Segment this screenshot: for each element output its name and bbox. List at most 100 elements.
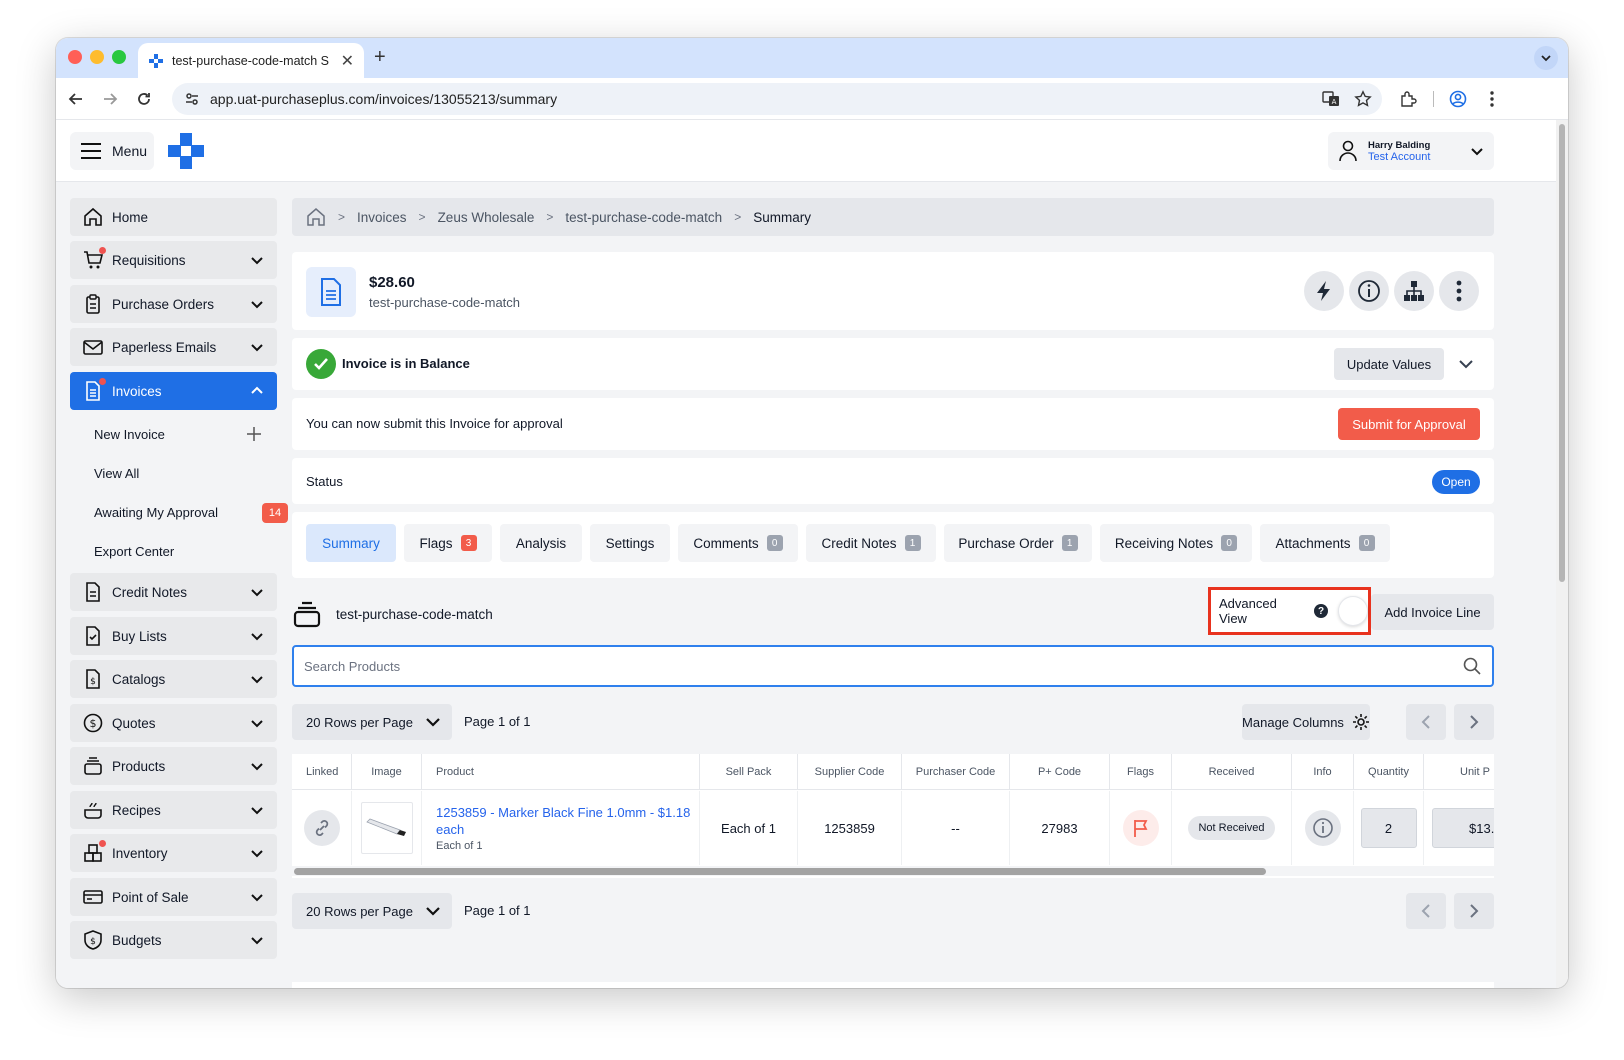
search-products-field[interactable] xyxy=(292,645,1494,687)
tab-purchase-order[interactable]: Purchase Order 1 xyxy=(944,524,1092,562)
info-icon[interactable] xyxy=(1304,810,1341,846)
url-text: app.uat-purchaseplus.com/invoices/130552… xyxy=(210,91,558,107)
supplier-code-cell: 1253859 xyxy=(798,791,902,865)
breadcrumb-supplier[interactable]: Zeus Wholesale xyxy=(438,210,535,225)
cooking-pot-icon xyxy=(82,799,104,821)
sidebar-subitem-view-all[interactable]: View All xyxy=(94,458,274,488)
advanced-view-toggle[interactable] xyxy=(1338,596,1368,626)
sidebar-item-point-of-sale[interactable]: Point of Sale xyxy=(70,878,277,916)
page-scrollbar[interactable] xyxy=(1556,120,1568,988)
close-window-button[interactable] xyxy=(68,50,82,64)
translate-icon[interactable]: A xyxy=(1322,90,1340,108)
unit-price-input[interactable]: $13. xyxy=(1432,808,1494,848)
hierarchy-icon[interactable] xyxy=(1394,271,1434,311)
back-arrow-icon[interactable] xyxy=(64,87,88,111)
sidebar-item-requisitions[interactable]: Requisitions xyxy=(70,241,277,279)
menu-label: Menu xyxy=(112,143,148,159)
lightning-icon[interactable] xyxy=(1304,271,1344,311)
new-tab-icon[interactable]: + xyxy=(374,46,386,69)
scrollbar-thumb[interactable] xyxy=(1559,124,1565,582)
sidebar-item-home[interactable]: Home xyxy=(70,198,277,236)
scrollbar-thumb[interactable] xyxy=(294,868,1266,875)
tab-credit-notes[interactable]: Credit Notes 1 xyxy=(806,524,936,562)
quantity-input[interactable]: 2 xyxy=(1360,808,1417,848)
purchaseplus-logo-icon[interactable] xyxy=(168,133,204,169)
flag-icon[interactable] xyxy=(1122,810,1159,846)
bookmark-star-icon[interactable] xyxy=(1354,90,1372,108)
submit-for-approval-button[interactable]: Submit for Approval xyxy=(1338,408,1480,440)
sidebar-item-catalogs[interactable]: $ Catalogs xyxy=(70,660,277,698)
search-icon[interactable] xyxy=(1462,656,1482,676)
next-page-button-bottom[interactable] xyxy=(1454,893,1494,929)
clipboard-icon xyxy=(82,293,104,315)
breadcrumb-invoice[interactable]: test-purchase-code-match xyxy=(565,210,722,225)
sidebar-item-invoices[interactable]: Invoices xyxy=(70,372,277,410)
sidebar-item-purchase-orders[interactable]: Purchase Orders xyxy=(70,285,277,323)
browser-tab[interactable]: test-purchase-code-match S ✕ xyxy=(138,43,364,78)
tab-settings[interactable]: Settings xyxy=(590,524,670,562)
tab-strip: test-purchase-code-match S ✕ + xyxy=(56,38,1568,78)
plus-icon[interactable] xyxy=(247,427,261,441)
chevron-down-icon xyxy=(247,930,267,950)
profile-icon[interactable] xyxy=(1446,87,1470,111)
chevron-down-icon xyxy=(247,800,267,820)
previous-page-button-bottom[interactable] xyxy=(1406,893,1446,929)
column-header: Product xyxy=(422,754,700,790)
product-cell: 1253859 - Marker Black Fine 1.0mm - $1.1… xyxy=(422,791,700,865)
previous-page-button[interactable] xyxy=(1406,704,1446,740)
user-menu[interactable]: Harry Balding Test Account xyxy=(1328,132,1494,170)
chevron-down-icon[interactable] xyxy=(1456,354,1476,374)
info-icon[interactable] xyxy=(1349,271,1389,311)
sidebar-item-recipes[interactable]: Recipes xyxy=(70,791,277,829)
tab-close-icon[interactable]: ✕ xyxy=(341,51,354,71)
product-link[interactable]: 1253859 - Marker Black Fine 1.0mm - $1.1… xyxy=(436,804,699,838)
tab-flags[interactable]: Flags 3 xyxy=(404,524,492,562)
sub-item-label: Awaiting My Approval xyxy=(94,504,219,520)
sidebar-item-inventory[interactable]: Inventory xyxy=(70,834,277,872)
chevron-right-icon xyxy=(1470,904,1479,918)
address-bar[interactable]: app.uat-purchaseplus.com/invoices/130552… xyxy=(172,83,1382,115)
reload-icon[interactable] xyxy=(132,87,156,111)
sidebar-subitem-new-invoice[interactable]: New Invoice xyxy=(94,419,274,449)
manage-columns-button[interactable]: Manage Columns xyxy=(1242,704,1370,740)
tab-search-button[interactable] xyxy=(1534,46,1558,70)
tab-comments[interactable]: Comments 0 xyxy=(678,524,798,562)
next-page-button[interactable] xyxy=(1454,704,1494,740)
tab-attachments[interactable]: Attachments 0 xyxy=(1260,524,1390,562)
home-icon xyxy=(82,206,104,228)
browser-menu-icon[interactable] xyxy=(1480,87,1504,111)
extensions-icon[interactable] xyxy=(1396,87,1420,111)
more-vertical-icon[interactable] xyxy=(1439,271,1479,311)
tab-summary[interactable]: Summary xyxy=(306,524,396,562)
site-settings-icon[interactable] xyxy=(178,85,206,113)
update-values-button[interactable]: Update Values xyxy=(1334,348,1444,380)
sidebar-item-credit-notes[interactable]: Credit Notes xyxy=(70,573,277,611)
sidebar-item-quotes[interactable]: $ Quotes xyxy=(70,704,277,742)
sidebar-item-budgets[interactable]: $ Budgets xyxy=(70,921,277,959)
sidebar-item-label: Inventory xyxy=(112,845,168,861)
notification-dot xyxy=(99,840,106,847)
sidebar-subitem-awaiting-approval[interactable]: Awaiting My Approval 14 xyxy=(94,497,288,527)
rows-per-page-select-bottom[interactable]: 20 Rows per Page xyxy=(292,893,452,929)
search-input[interactable] xyxy=(304,658,1462,674)
breadcrumb-invoices[interactable]: Invoices xyxy=(357,210,407,225)
maximize-window-button[interactable] xyxy=(112,50,126,64)
menu-button[interactable]: Menu xyxy=(70,132,154,170)
sidebar-subitem-export-center[interactable]: Export Center xyxy=(94,536,274,566)
rows-per-page-select[interactable]: 20 Rows per Page xyxy=(292,704,452,740)
tab-receiving-notes[interactable]: Receiving Notes 0 xyxy=(1100,524,1252,562)
sidebar-item-buy-lists[interactable]: Buy Lists xyxy=(70,617,277,655)
sidebar-item-label: Purchase Orders xyxy=(112,296,215,312)
tab-analysis[interactable]: Analysis xyxy=(500,524,582,562)
sidebar-item-products[interactable]: Products xyxy=(70,747,277,785)
breadcrumb: > Invoices > Zeus Wholesale > test-purch… xyxy=(292,198,1494,236)
help-icon[interactable]: ? xyxy=(1314,604,1329,618)
forward-arrow-icon[interactable] xyxy=(98,87,122,111)
add-invoice-line-button[interactable]: Add Invoice Line xyxy=(1371,594,1494,630)
horizontal-scrollbar[interactable] xyxy=(292,866,1494,876)
home-icon[interactable] xyxy=(306,207,326,227)
sidebar-item-paperless-emails[interactable]: Paperless Emails xyxy=(70,328,277,366)
link-icon[interactable] xyxy=(303,810,340,846)
product-image[interactable] xyxy=(360,802,413,854)
minimize-window-button[interactable] xyxy=(90,50,104,64)
